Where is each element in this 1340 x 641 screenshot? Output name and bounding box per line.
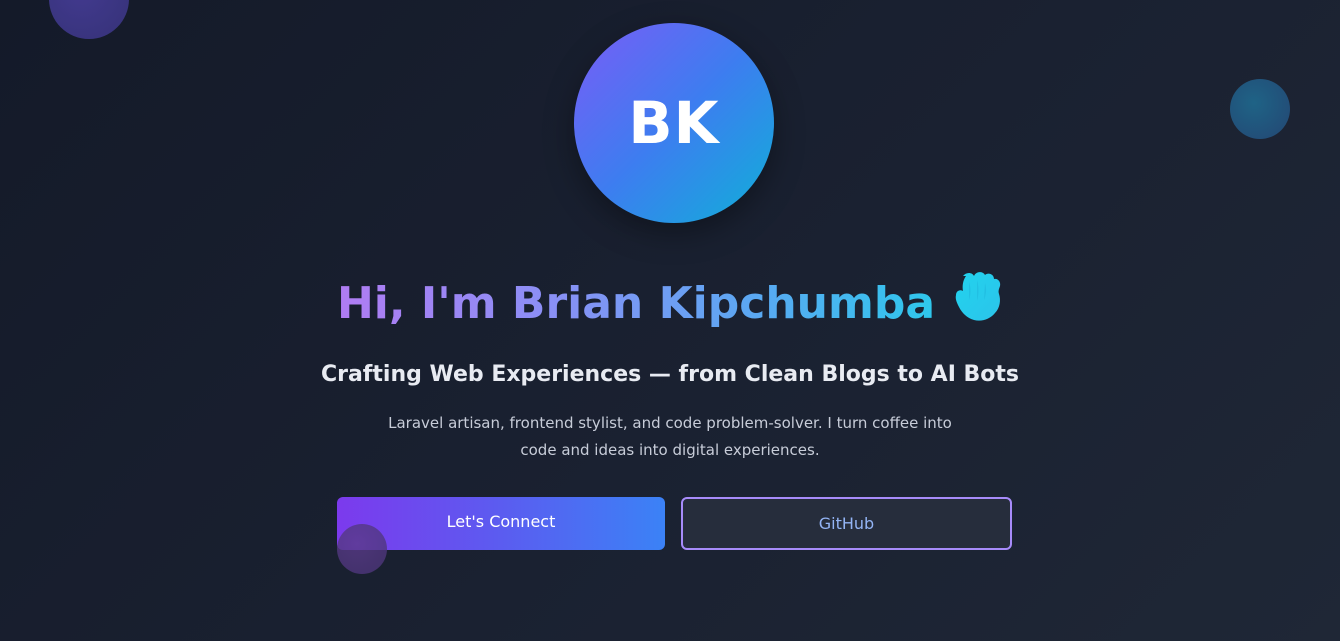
decorative-orb-bottom-left <box>337 524 387 574</box>
lets-connect-label: Let's Connect <box>446 512 556 531</box>
avatar: BK <box>574 23 774 223</box>
hero-section: BK Hi, I'm Brian Kipchumba Crafting Web … <box>0 0 1340 641</box>
tagline: Crafting Web Experiences — from Clean Bl… <box>320 362 1020 387</box>
bio-text: Laravel artisan, frontend stylist, and c… <box>388 414 952 459</box>
avatar-initials: BK <box>628 89 720 157</box>
github-button[interactable]: GitHub <box>681 497 1012 550</box>
page-title: Hi, I'm Brian Kipchumba <box>0 268 1340 335</box>
headline-text: Hi, I'm Brian Kipchumba <box>336 278 936 329</box>
github-label: GitHub <box>818 514 875 533</box>
waving-hand-icon <box>955 272 1001 321</box>
